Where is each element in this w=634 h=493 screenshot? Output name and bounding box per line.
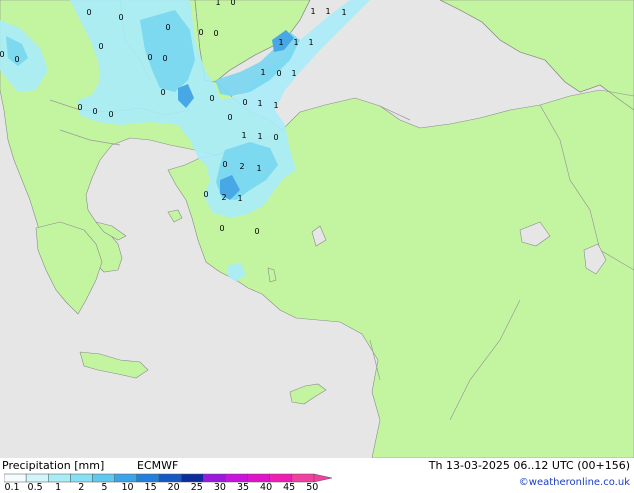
value-label: 1 [278,38,283,47]
valid-time: Th 13-03-2025 06..12 UTC (00+156) [428,459,630,472]
value-label: 0 [276,69,281,78]
colorbar-segment [92,473,115,483]
value-label: 0 [160,88,165,97]
colorbar-segment [4,473,27,483]
value-label: 0 [209,94,214,103]
value-label: 0 [118,13,123,22]
value-label: 1 [273,101,278,110]
colorbar-segment [114,473,138,483]
colorbar-tick-label: 0.5 [27,482,43,493]
value-label: 1 [341,8,346,17]
colorbar-tick-label: 0.1 [4,482,20,493]
value-label: 0 [198,28,203,37]
credit-link[interactable]: ©weatheronline.co.uk [519,477,630,488]
colorbar-segment [225,473,248,483]
colorbar-arrow [313,473,333,483]
legend-title: Precipitation [mm] [2,459,105,472]
value-label: 1 [237,194,242,203]
value-label: 1 [257,99,262,108]
value-label: 0 [147,53,152,62]
value-label: 1 [293,38,298,47]
colorbar-tick-label: 50 [306,482,319,493]
footer-bar: Precipitation [mm] ECMWF Th 13-03-2025 0… [0,458,634,493]
colorbar-tick-label: 2 [78,482,85,493]
value-label: 2 [239,162,244,171]
colorbar-tick-label: 5 [101,482,108,493]
value-label: 0 [77,103,82,112]
value-label: 0 [222,160,227,169]
value-label: 1 [215,0,220,7]
colorbar-tick-label: 35 [236,482,250,493]
colorbar-tick-label: 10 [121,482,134,493]
value-label: 0 [162,54,167,63]
value-label: 0 [219,224,224,233]
value-label: 0 [230,0,235,7]
value-label: 0 [14,55,19,64]
value-label: 0 [86,8,91,17]
value-label: 0 [165,23,170,32]
value-label: 1 [291,69,296,78]
value-label: 1 [257,132,262,141]
colorbar-tick-label: 30 [213,482,226,493]
value-label: 2 [221,193,226,202]
model-name: ECMWF [137,459,179,472]
colorbar-segment [203,473,226,483]
colorbar-segment [70,473,93,483]
value-label: 0 [0,50,5,59]
colorbar-segment [25,473,49,483]
value-label: 0 [227,113,232,122]
colorbar-tick-label: 40 [260,482,273,493]
value-label: 1 [325,7,330,16]
value-label: 0 [213,29,218,38]
colorbar-tick-label: 1 [55,482,62,493]
precipitation-map: 1 1 1 1 1 1 1 0 1 1 0 0 0 0 0 0 0 0 0 0 … [0,0,634,459]
colorbar-segment [291,473,315,483]
value-label: 0 [98,42,103,51]
value-label: 1 [310,7,315,16]
colorbar-tick-label: 25 [190,482,203,493]
value-label: 0 [254,227,259,236]
map-canvas: 1 1 1 1 1 1 1 0 1 1 0 0 0 0 0 0 0 0 0 0 … [0,0,634,459]
value-label: 0 [92,107,97,116]
colorbar-tick-label: 15 [144,482,157,493]
colorbar-segment [247,473,270,483]
value-label: 1 [260,68,265,77]
value-label: 1 [308,38,313,47]
colorbar-segment [136,473,160,483]
value-label: 1 [241,131,246,140]
colorbar-segment [48,473,71,483]
colorbar-segment [269,473,293,483]
colorbar-segment [158,473,182,483]
value-label: 0 [242,98,247,107]
value-label: 0 [108,110,113,119]
colorbar-segment [180,473,204,483]
colorbar-tick-label: 20 [167,482,180,493]
colorbar-tick-label: 45 [283,482,296,493]
value-label: 0 [273,133,278,142]
value-label: 0 [203,190,208,199]
value-label: 1 [256,164,261,173]
